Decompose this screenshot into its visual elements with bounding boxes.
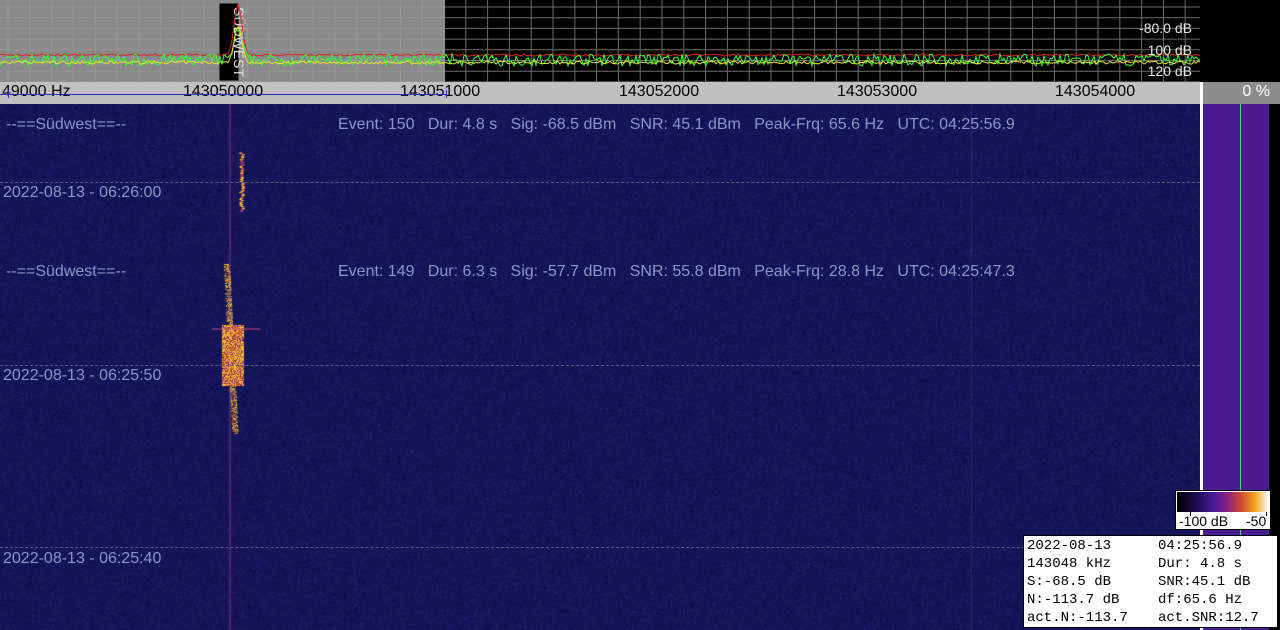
info-actual-noise: act.N:-113.7 — [1027, 610, 1128, 626]
db-label-120: 120 dB — [1147, 63, 1192, 79]
timestamp-label: 2022-08-13 - 06:25:50 — [3, 367, 162, 384]
event-signal: Sig: -68.5 dBm — [510, 116, 617, 133]
percent-value: 0 % — [1242, 83, 1270, 100]
info-actual-snr: act.SNR:12.7 — [1158, 610, 1259, 626]
spectrum-peak-trace — [0, 2, 1200, 57]
bandwidth-left-marker[interactable] — [8, 90, 9, 98]
event-peak-freq: Peak-Frq: 65.6 Hz — [754, 116, 885, 133]
event-summary-150: Event: 150 Dur: 4.8 s Sig: -68.5 dBm SNR… — [338, 116, 1015, 134]
event-station-label: --==Südwest==-- — [6, 116, 127, 133]
db-label-100: 100 dB — [1147, 42, 1192, 58]
freq-tick-label: 143053000 — [837, 83, 918, 100]
freq-tick-label: 143050000 — [183, 83, 264, 100]
color-scale-min: -100 dB — [1179, 513, 1229, 529]
time-gridline — [0, 547, 1200, 548]
info-signal: S:-68.5 dB — [1027, 574, 1112, 590]
freq-tick-label: 143052000 — [619, 83, 700, 100]
freq-tick-label: 143054000 — [1055, 83, 1136, 100]
spectrum-panel[interactable]: SÜDWEST -80.0 dB 100 dB 120 dB — [0, 0, 1200, 82]
event-utc: UTC: 04:25:47.3 — [897, 263, 1015, 280]
color-scale-gradient — [1177, 492, 1269, 512]
event-number: Event: 149 — [338, 263, 415, 280]
timestamp-label: 2022-08-13 - 06:26:00 — [3, 184, 162, 201]
bandwidth-right-marker[interactable] — [446, 90, 447, 98]
info-frequency: 143048 kHz — [1027, 556, 1112, 572]
event-signal: Sig: -57.7 dBm — [510, 263, 617, 280]
event-number: Event: 150 — [338, 116, 415, 133]
frequency-axis[interactable]: 49000 Hz 143050000 143051000 143052000 1… — [0, 82, 1200, 104]
time-gridline — [0, 365, 1200, 366]
info-time: 04:25:56.9 — [1158, 538, 1243, 554]
info-snr: SNR:45.1 dB — [1158, 574, 1251, 590]
percent-indicator: 0 % — [1200, 82, 1280, 104]
info-noise: N:-113.7 dB — [1027, 592, 1120, 608]
timestamp-label: 2022-08-13 - 06:25:40 — [3, 550, 162, 567]
spectrum-plot: SÜDWEST — [0, 0, 1200, 82]
event-snr: SNR: 45.1 dBm — [629, 116, 741, 133]
info-df: df:65.6 Hz — [1158, 592, 1243, 608]
color-scale-max: -50 — [1246, 513, 1267, 529]
event-station-label: --==Südwest==-- — [6, 263, 127, 280]
freq-tick-label: 143051000 — [400, 83, 481, 100]
event-summary-149: Event: 149 Dur: 6.3 s Sig: -57.7 dBm SNR… — [338, 263, 1015, 281]
event-info-box: 2022-08-13 04:25:56.9 143048 kHz Dur: 4.… — [1023, 535, 1278, 628]
event-utc: UTC: 04:25:56.9 — [897, 116, 1015, 133]
color-scale: -100 dB -50 — [1175, 490, 1271, 530]
waterfall-display[interactable]: --==Südwest==-- Event: 150 Dur: 4.8 s Si… — [0, 104, 1200, 630]
time-gridline — [0, 182, 1200, 183]
event-peak-freq: Peak-Frq: 28.8 Hz — [754, 263, 885, 280]
event-duration: Dur: 6.3 s — [427, 263, 498, 280]
info-duration: Dur: 4.8 s — [1158, 556, 1243, 572]
event-snr: SNR: 55.8 dBm — [629, 263, 741, 280]
db-label-80: -80.0 dB — [1139, 20, 1192, 36]
freq-tick-label: 49000 Hz — [2, 83, 71, 100]
info-date: 2022-08-13 — [1027, 538, 1112, 554]
event-duration: Dur: 4.8 s — [427, 116, 498, 133]
bandwidth-indicator — [0, 94, 447, 95]
